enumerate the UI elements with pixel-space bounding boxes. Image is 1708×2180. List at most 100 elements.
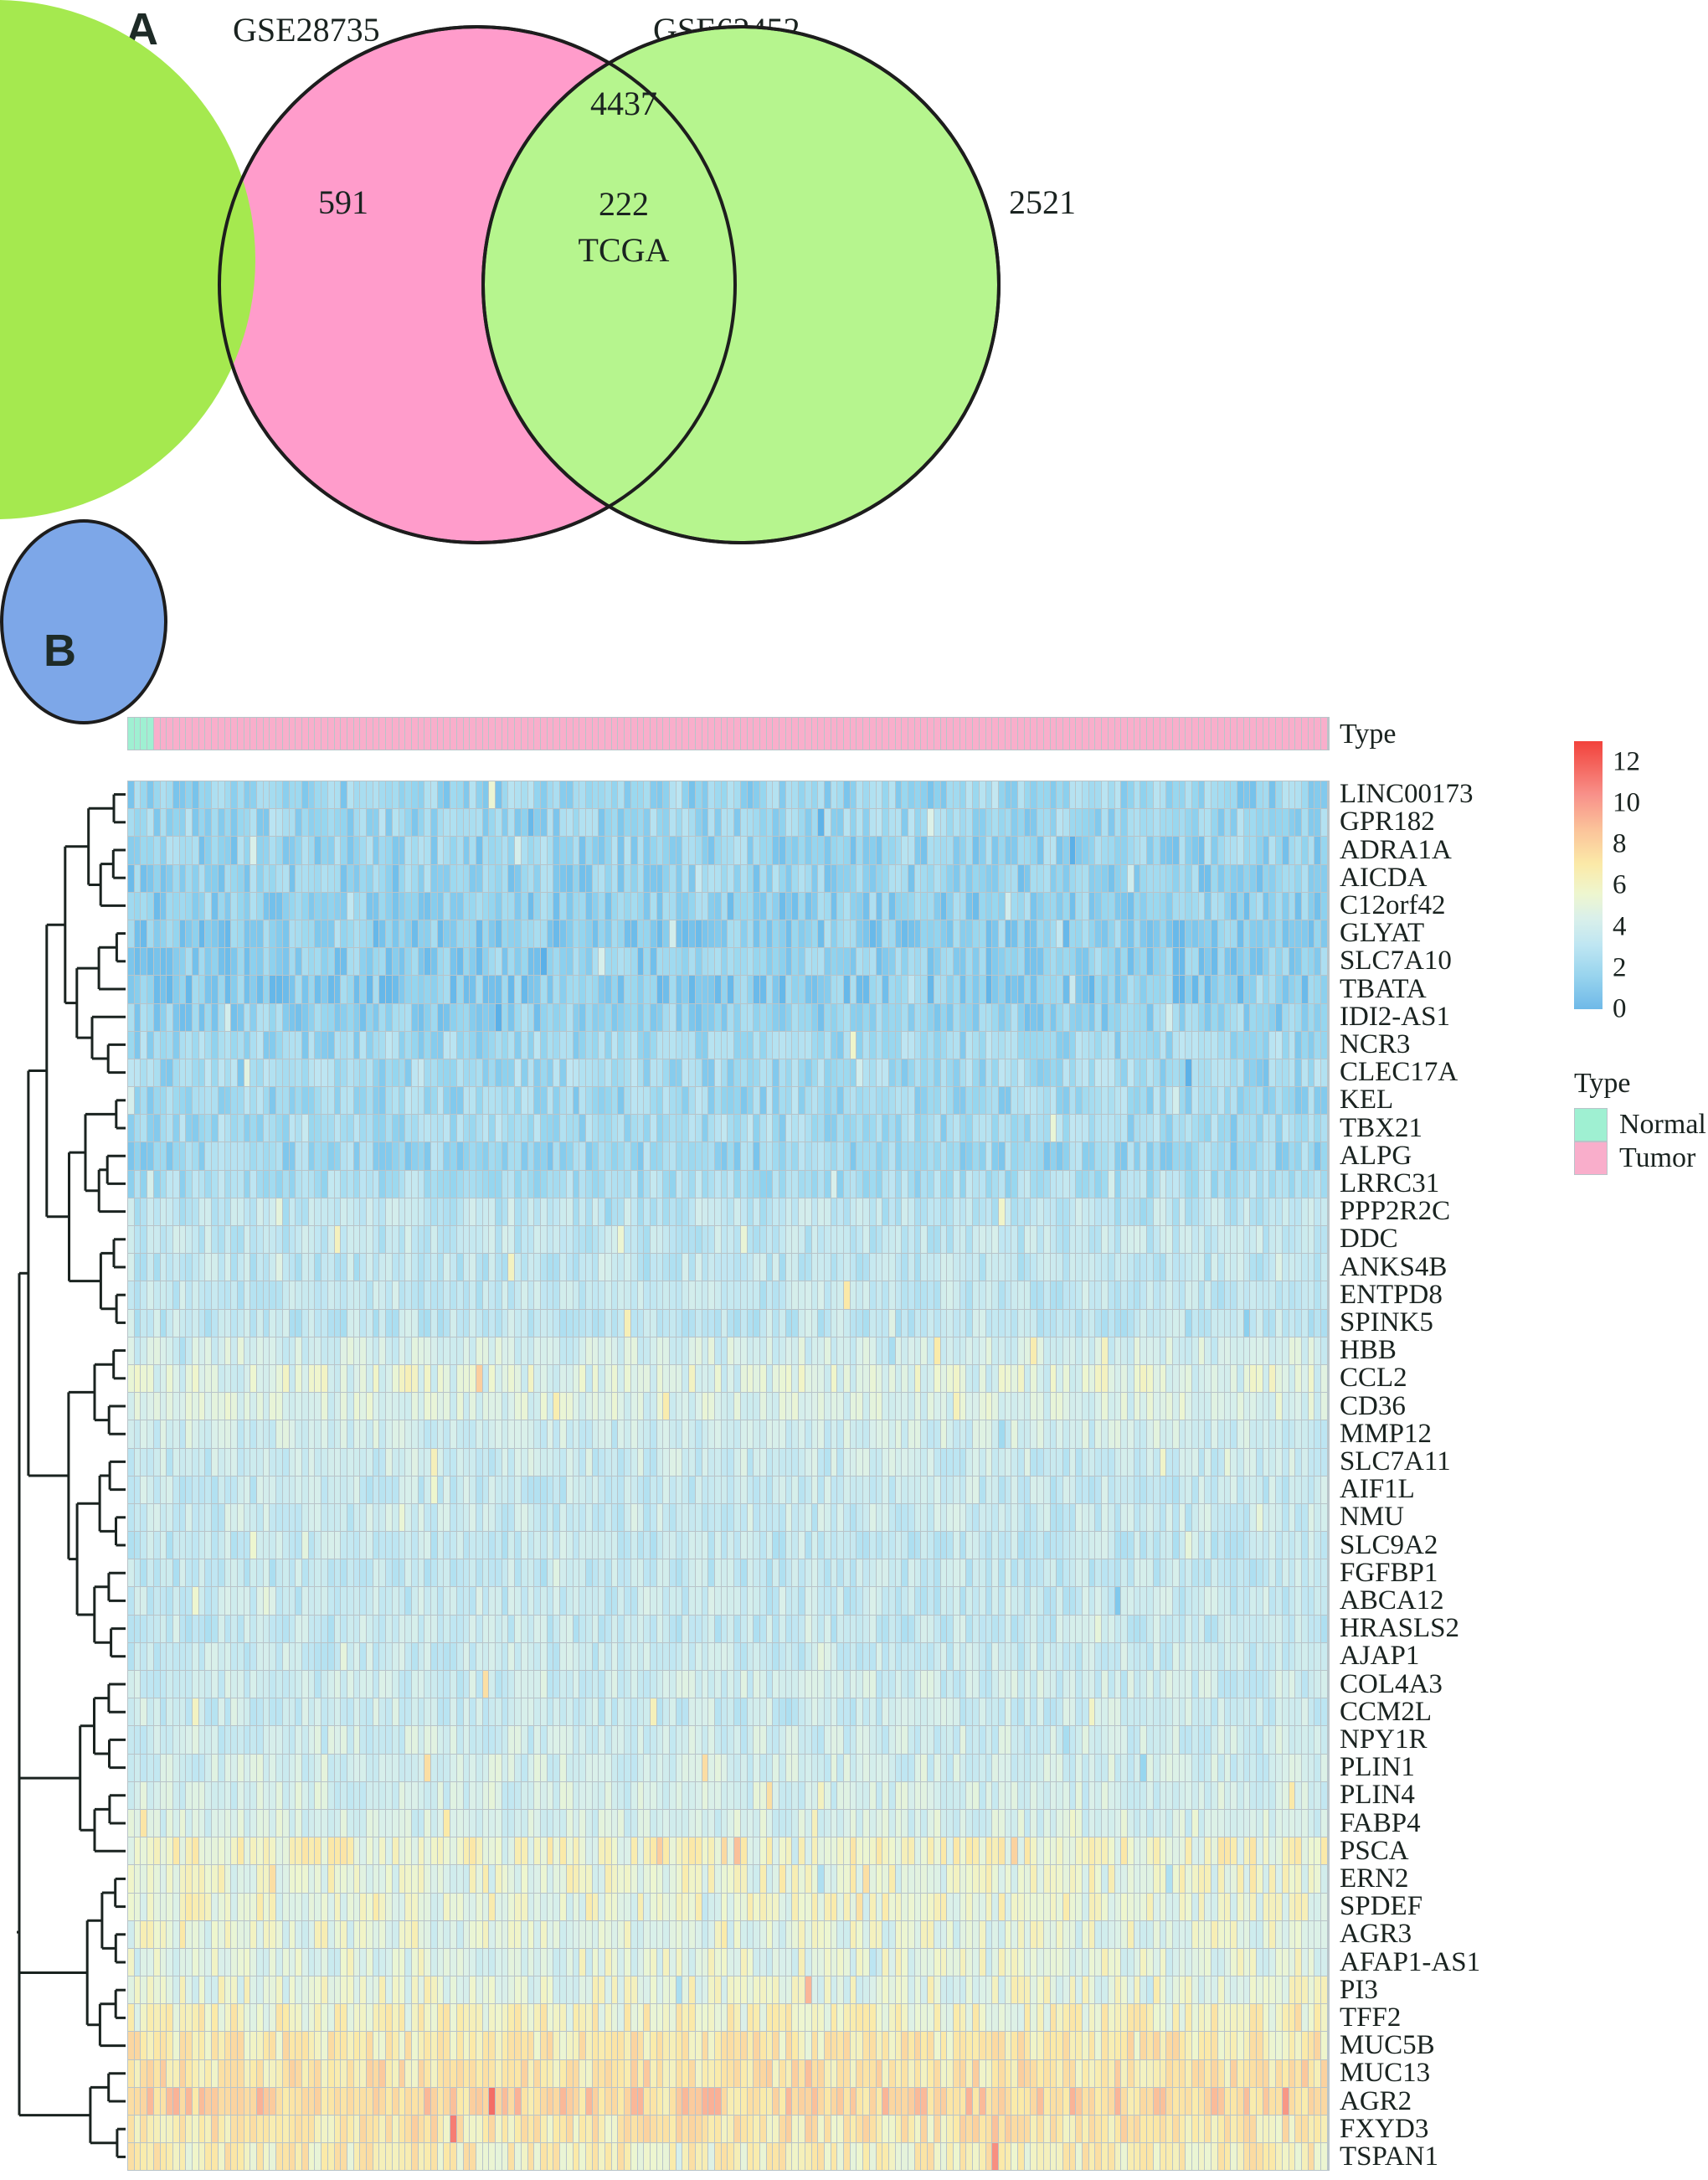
heatmap-cell [463,976,471,1003]
heatmap-cell [708,1087,715,1115]
heatmap-cell [573,1170,580,1198]
heatmap-cell [1224,1170,1232,1198]
heatmap-cell [1127,864,1134,892]
heatmap-cell [250,1031,258,1059]
heatmap-cell [779,920,786,948]
type-annotation-cell [766,718,774,750]
heatmap-cell [837,1142,845,1170]
heatmap-cell [605,920,612,948]
heatmap-cell [167,864,173,892]
heatmap-cell [824,1170,831,1198]
heatmap-cell [792,1364,800,1393]
heatmap-cell [289,1142,296,1170]
heatmap-cell [450,1170,457,1198]
heatmap-cell [934,1087,941,1115]
heatmap-cell [547,1364,554,1393]
heatmap-cell [857,1364,864,1393]
heatmap-cell [231,1420,238,1448]
heatmap-cell [212,1115,219,1142]
heatmap-cell [1205,1226,1212,1254]
heatmap-cell [1205,1031,1212,1059]
heatmap-cell [128,1198,135,1225]
heatmap-cell [637,1393,645,1420]
heatmap-cell [966,1420,974,1448]
heatmap-cell [1062,948,1070,976]
heatmap-cell [850,1448,857,1476]
heatmap-cell [914,1059,922,1087]
heatmap-cell [1062,920,1070,948]
heatmap-cell [863,1031,870,1059]
heatmap-cell [373,1337,380,1364]
heatmap-cell [257,1309,264,1337]
heatmap-cell [1314,1309,1322,1337]
heatmap-cell [450,1142,457,1170]
heatmap-cell [186,1087,193,1115]
heatmap-cell [141,1059,148,1087]
heatmap-cell [308,920,316,948]
heatmap-cell [650,837,657,864]
heatmap-cell [857,1031,864,1059]
heatmap-cell [566,948,574,976]
heatmap-cell [954,1003,960,1031]
heatmap-cell [257,1476,264,1503]
heatmap-cell [579,864,586,892]
heatmap-cell [411,1448,419,1476]
heatmap-cell [682,1198,690,1225]
heatmap-cell [850,1170,857,1198]
heatmap-cell [212,1420,219,1448]
heatmap-cell [153,948,161,976]
heatmap-cell [1263,1059,1270,1087]
heatmap-cell [347,781,354,809]
heatmap-cell [1263,781,1270,809]
heatmap-cell [431,1393,438,1420]
heatmap-cell [682,1003,690,1031]
heatmap-cell [650,1254,657,1281]
heatmap-cell [257,864,264,892]
heatmap-cell [714,1337,722,1364]
heatmap-cell [959,1337,967,1364]
heatmap-cell [702,1003,709,1031]
heatmap-cell [244,809,251,837]
heatmap-cell [270,1115,277,1142]
heatmap-cell [508,781,516,809]
heatmap-cell [301,1364,309,1393]
heatmap-cell [1134,976,1141,1003]
type-annotation-cell [167,718,173,750]
heatmap-cell [985,809,993,837]
heatmap-cell [605,1420,612,1448]
heatmap-cell [1257,1059,1263,1087]
heatmap-cell [212,1087,219,1115]
heatmap-cell [857,1309,864,1337]
heatmap-cell [747,892,754,920]
heatmap-cell [541,1309,548,1337]
heatmap-cell [327,1059,335,1087]
heatmap-cell [1102,809,1109,837]
heatmap-cell [263,1254,270,1281]
heatmap-cell [850,864,857,892]
heatmap-cell [779,1476,786,1503]
heatmap-cell [779,892,786,920]
heatmap-cell [431,1198,438,1225]
heatmap-cell [618,1254,625,1281]
heatmap-cell [153,1254,161,1281]
heatmap-cell [257,892,264,920]
heatmap-cell [367,976,373,1003]
heatmap-cell [637,1476,645,1503]
heatmap-cell [1127,1170,1134,1198]
heatmap-cell [341,837,347,864]
heatmap-cell [463,864,471,892]
heatmap-cell [928,1226,934,1254]
heatmap-cell [1172,1003,1180,1031]
type-annotation-cell [811,718,819,750]
heatmap-cell [1102,1420,1109,1448]
heatmap-cell [270,1198,277,1225]
heatmap-cell [579,1364,586,1393]
heatmap-cell [740,1393,748,1420]
heatmap-cell [1276,948,1283,976]
heatmap-cell [785,1448,793,1476]
heatmap-cell [1172,1393,1180,1420]
heatmap-cell [1083,1031,1089,1059]
heatmap-cell [785,864,793,892]
heatmap-cell [566,1476,574,1503]
heatmap-cell [128,1087,135,1115]
